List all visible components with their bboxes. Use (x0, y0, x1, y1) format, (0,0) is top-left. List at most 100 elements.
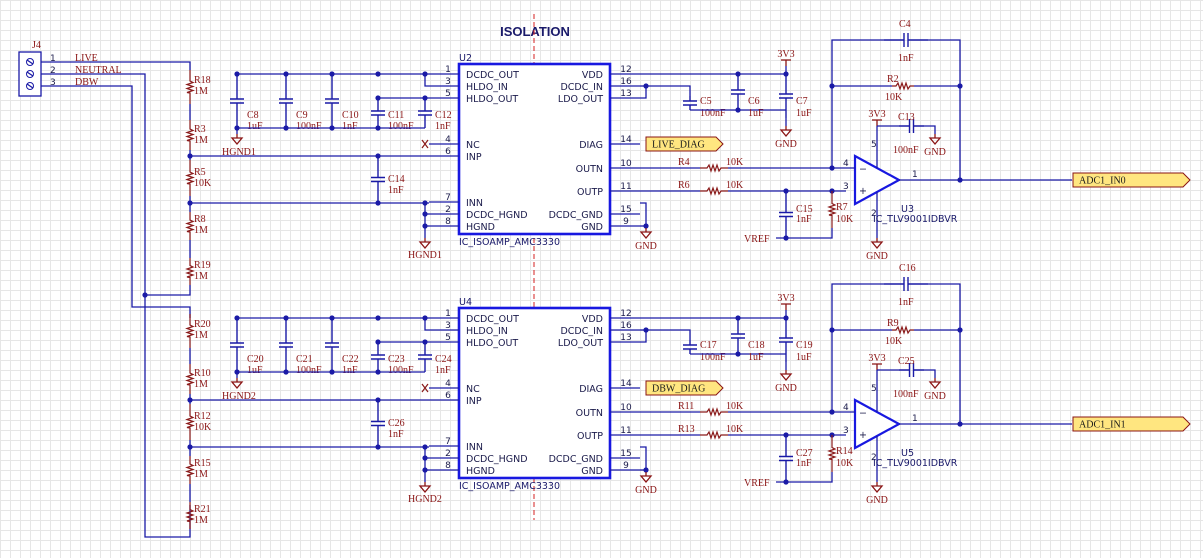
resistor-r7 (827, 191, 837, 228)
ic-pin-name: DIAG (579, 140, 603, 151)
opamp-pin-number: 5 (871, 140, 877, 150)
ic-pin-name: DCDC_OUT (466, 70, 519, 81)
junction-dot (829, 83, 835, 89)
resistor-ref: R21 (194, 504, 211, 515)
ic-pin-name: OUTN (576, 408, 603, 419)
ic-pin-name: DIAG (579, 384, 603, 395)
ic-pin-name: DCDC_HGND (466, 454, 528, 465)
ic-pin-name: NC (466, 140, 480, 151)
resistor-r18 (185, 70, 195, 104)
capacitor-value: 100nF (388, 121, 414, 132)
gnd-symbol-label: GND (775, 383, 797, 394)
opamp-noninverting-sign: + (859, 186, 867, 197)
capacitor-ref: C19 (796, 340, 813, 351)
resistor-value: 1M (194, 469, 208, 480)
ic-pin-name: GND (581, 466, 603, 477)
junction-dot (643, 223, 649, 229)
resistor-ref: R5 (194, 167, 206, 178)
ic-pin-number: 16 (620, 77, 632, 87)
ic-pin-number: 2 (445, 205, 451, 215)
diag-net-flag-label: LIVE_DIAG (652, 140, 705, 151)
ic-pin-name: INP (466, 396, 482, 407)
capacitor-ref: C12 (435, 110, 452, 121)
ic-pin-number: 2 (445, 449, 451, 459)
ic-ref: U2 (459, 53, 472, 64)
gnd-symbol (870, 482, 884, 494)
capacitor-ref: C10 (342, 110, 359, 121)
power-3v3-label: 3V3 (868, 353, 885, 364)
wire (924, 369, 936, 378)
capacitor-value: 1uF (796, 352, 812, 363)
ic-pin-number: 4 (445, 135, 451, 145)
capacitor-ref: C23 (388, 354, 405, 365)
capacitor-c26 (371, 400, 385, 447)
resistor-ref: R14 (836, 446, 853, 457)
page-title: ISOLATION (500, 24, 570, 39)
connector-pin-number: 3 (50, 78, 56, 88)
wire (424, 318, 429, 331)
ic-pin-name: OUTN (576, 164, 603, 175)
ic-ref: U4 (459, 297, 472, 308)
ic-part-number: IC_ISOAMP_AMC3330 (459, 481, 560, 492)
resistor-r8 (185, 212, 195, 240)
capacitor-value: 1nF (435, 121, 451, 132)
connector-ref: J4 (32, 40, 41, 51)
ic-pin-number: 1 (445, 309, 451, 319)
ic-pin-number: 11 (620, 182, 631, 192)
power-3v3-symbol (872, 119, 882, 126)
junction-dot (783, 479, 789, 485)
connector-pin-number: 2 (50, 66, 56, 76)
resistor-ref: R2 (887, 74, 899, 85)
capacitor-value: 1uF (748, 352, 764, 363)
junction-dot (829, 327, 835, 333)
junction-dot (643, 467, 649, 473)
resistor-ref: R6 (678, 180, 690, 191)
power-3v3-symbol (781, 303, 791, 310)
resistor-ref: R3 (194, 124, 206, 135)
resistor-r10 (185, 364, 195, 394)
capacitor-ref: C20 (247, 354, 264, 365)
opamp-pin-number: 3 (843, 182, 849, 192)
capacitor-value: 1nF (435, 365, 451, 376)
resistor-r21 (185, 502, 195, 529)
ic-pin-number: 11 (620, 426, 631, 436)
capacitor-c9 (279, 74, 293, 128)
resistor-r4 (700, 163, 728, 173)
ic-part-number: IC_ISOAMP_AMC3330 (459, 237, 560, 248)
wire (646, 329, 691, 340)
ic-pin-name: OUTP (577, 431, 603, 442)
no-connect-marker (421, 139, 429, 149)
junction-dot (735, 351, 741, 357)
ic-pin-number: 16 (620, 321, 632, 331)
junction-dot (783, 235, 789, 241)
gnd-symbol-label: GND (924, 147, 946, 158)
capacitor-value: 1uF (247, 121, 263, 132)
opamp-inverting-sign: − (859, 164, 867, 175)
capacitor-ref: C9 (296, 110, 308, 121)
capacitor-c17 (683, 340, 697, 354)
ic-pin-number: 13 (620, 89, 631, 99)
capacitor-c15 (779, 191, 793, 238)
resistor-value: 10K (726, 401, 744, 412)
wire (640, 310, 787, 319)
ic-pin-number: 12 (620, 65, 631, 75)
no-connect-marker (421, 383, 429, 393)
resistor-r5 (185, 160, 195, 196)
wire (928, 39, 961, 180)
ic-pin-number: 5 (445, 333, 451, 343)
adc-net-flag-label: ADC1_IN1 (1079, 420, 1126, 431)
vref-label: VREF (744, 234, 770, 245)
resistor-ref: R10 (194, 368, 211, 379)
wire (646, 85, 691, 96)
ic-pin-number: 13 (620, 333, 631, 343)
wire (70, 85, 191, 318)
gnd-symbol-label: GND (924, 391, 946, 402)
gnd-symbol (779, 370, 793, 382)
ic-pin-name: DCDC_GND (549, 210, 603, 221)
wire (145, 285, 191, 296)
capacitor-ref: C22 (342, 354, 359, 365)
capacitor-ref: C5 (700, 96, 712, 107)
ic-pin-name: HLDO_OUT (466, 338, 518, 349)
resistor-value: 10K (885, 92, 903, 103)
gnd-symbol-label: GND (866, 251, 888, 262)
